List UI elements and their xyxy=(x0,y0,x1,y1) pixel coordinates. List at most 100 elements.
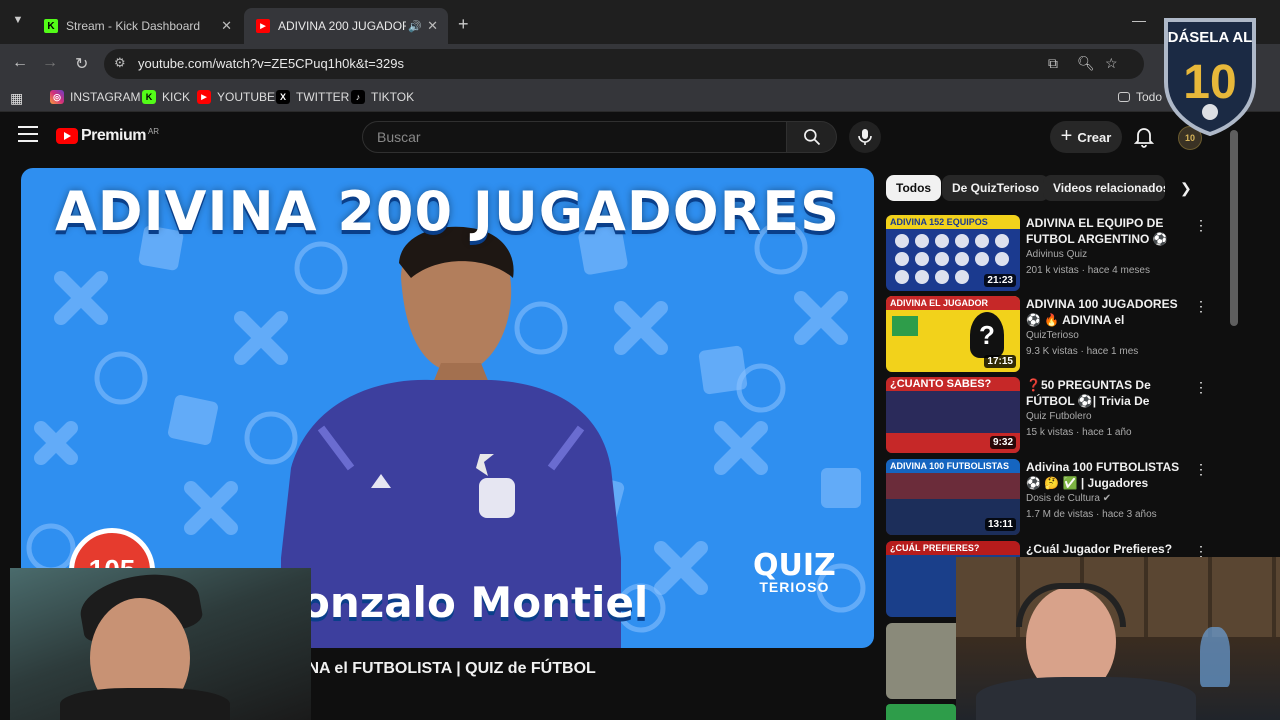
bookmark-label: TIKTOK xyxy=(371,90,415,104)
recommendation-thumbnail[interactable]: ADIVINA 152 EQUIPOS 21:23 xyxy=(886,215,1020,291)
site-settings-icon[interactable]: ⚙ xyxy=(114,55,126,71)
recommendation-item[interactable]: ¿CUANTO SABES? 9:32 ❓50 PREGUNTAS De FÚT… xyxy=(886,377,1216,453)
back-arrow-icon[interactable]: ← xyxy=(12,54,28,72)
omnibox[interactable]: ⚙ youtube.com/watch?v=ZE5CPuq1h0k&t=329s… xyxy=(104,49,1144,79)
chip-de-quizterioso[interactable]: De QuizTerioso xyxy=(942,175,1050,201)
video-meta: 9.3 K vistas · hace 1 mes xyxy=(1026,346,1139,357)
channel-name[interactable]: QuizTerioso xyxy=(1026,330,1079,341)
recommendation-title[interactable]: Adivina 100 FUTBOLISTAS ⚽ 🤔 ✅ | Jugadore… xyxy=(1026,459,1188,491)
streamer-shirt xyxy=(976,677,1196,720)
recommendation-thumbnail[interactable]: ADIVINA EL JUGADOR ? 17:15 xyxy=(886,296,1020,372)
bookmark-kick[interactable]: K KICK xyxy=(142,90,190,104)
tiktok-icon: ♪ xyxy=(351,90,365,104)
tab-kick-dashboard[interactable]: K Stream - Kick Dashboard ✕ xyxy=(32,8,242,44)
speaker-icon[interactable]: 🔊 xyxy=(408,20,422,33)
search-button[interactable] xyxy=(787,121,837,153)
more-options-icon[interactable]: ⋮ xyxy=(1194,217,1208,234)
thumbnail-text: ADIVINA 100 FUTBOLISTAS xyxy=(886,459,1020,473)
brazil-flag xyxy=(892,316,918,336)
search-input[interactable] xyxy=(363,122,786,152)
thumbnail-text: ADIVINA 152 EQUIPOS xyxy=(886,215,1020,229)
video-meta: 15 k vistas · hace 1 año xyxy=(1026,427,1132,438)
recommendation-item[interactable]: ADIVINA 100 FUTBOLISTAS 13:11 Adivina 10… xyxy=(886,459,1216,535)
folder-icon xyxy=(1118,92,1130,102)
close-tab-icon[interactable]: ✕ xyxy=(221,18,232,34)
logo-text: Premium xyxy=(81,127,146,144)
voice-search-button[interactable] xyxy=(849,121,881,153)
zoom-icon[interactable]: 🔍︎ xyxy=(1077,55,1095,72)
youtube-premium-logo[interactable]: Premium AR xyxy=(56,127,159,145)
bookmark-instagram[interactable]: ◎ INSTAGRAM xyxy=(50,90,140,104)
recommendation-title[interactable]: ADIVINA 100 JUGADORES ⚽ 🔥 ADIVINA el FUT… xyxy=(1026,296,1188,328)
notifications-button[interactable] xyxy=(1133,126,1155,153)
recommendation-item[interactable]: ADIVINA EL JUGADOR ? 17:15 ADIVINA 100 J… xyxy=(886,296,1216,372)
video-meta: 1.7 M de vistas · hace 3 años xyxy=(1026,509,1157,520)
quiz-logo-bottom: TERIOSO xyxy=(759,579,830,595)
reload-icon[interactable]: ↻ xyxy=(75,54,88,74)
recommendation-title[interactable]: ADIVINA EL EQUIPO DE FUTBOL ARGENTINO ⚽ … xyxy=(1026,215,1188,247)
instagram-icon: ◎ xyxy=(50,90,64,104)
bookmark-star-icon[interactable]: ☆ xyxy=(1105,55,1118,72)
more-options-icon[interactable]: ⋮ xyxy=(1194,379,1208,396)
thumbnail-text: ¿CUANTO SABES? xyxy=(886,377,1020,391)
bookmarks-folder[interactable]: Todo xyxy=(1118,90,1162,104)
quizterioso-logo: QUIZ TERIOSO xyxy=(753,548,836,595)
webcam-overlay-right xyxy=(956,557,1280,720)
browser-tab-strip: ▼ K Stream - Kick Dashboard ✕ ▶ ADIVINA … xyxy=(0,0,1280,44)
dasela-al-10-badge: DÁSELA AL 10 xyxy=(1164,18,1256,136)
bookmark-label: INSTAGRAM xyxy=(70,90,141,104)
duration-badge: 21:23 xyxy=(984,274,1016,287)
figurine xyxy=(1200,627,1230,687)
chip-todos[interactable]: Todos xyxy=(886,175,942,201)
bookmark-label: TWITTER xyxy=(296,90,350,104)
more-options-icon[interactable]: ⋮ xyxy=(1194,461,1208,478)
url-text[interactable]: youtube.com/watch?v=ZE5CPuq1h0k&t=329s xyxy=(138,56,404,71)
tab-search-chevron-icon[interactable]: ▼ xyxy=(8,14,28,34)
chip-videos-relacionados[interactable]: Videos relacionados xyxy=(1043,175,1165,201)
recommendation-thumbnail[interactable]: ADIVINA 100 FUTBOLISTAS 13:11 xyxy=(886,459,1020,535)
verified-check-icon: ✔ xyxy=(1102,493,1112,504)
address-toolbar: ← → ↻ ⚙ youtube.com/watch?v=ZE5CPuq1h0k&… xyxy=(0,44,1280,84)
microphone-icon xyxy=(858,129,872,145)
thumbnail-title: ADIVINA 200 JUGADORES xyxy=(54,180,841,243)
more-options-icon[interactable]: ⋮ xyxy=(1194,298,1208,315)
create-button[interactable]: + Crear xyxy=(1050,121,1122,153)
kick-icon: K xyxy=(44,19,58,33)
bookmark-label: YOUTUBE xyxy=(217,90,276,104)
video-meta: 201 k vistas · hace 4 meses xyxy=(1026,265,1150,276)
recommendation-item[interactable]: ADIVINA 152 EQUIPOS 21:23 ADIVINA EL EQU… xyxy=(886,215,1216,291)
bookmark-label: KICK xyxy=(162,90,191,104)
youtube-play-icon xyxy=(56,128,78,144)
bookmark-twitter[interactable]: X TWITTER xyxy=(276,90,349,104)
install-app-icon[interactable]: ⧉ xyxy=(1048,55,1058,72)
channel-name[interactable]: Quiz Futbolero xyxy=(1026,411,1092,422)
channel-name[interactable]: Adivinus Quiz xyxy=(1026,249,1087,260)
mystery-player-silhouette: ? xyxy=(970,312,1004,358)
webcam-overlay-left xyxy=(10,568,311,720)
youtube-icon: ▶ xyxy=(256,19,270,33)
duration-badge: 13:11 xyxy=(984,518,1016,531)
streamer-shirt xyxy=(60,688,230,720)
scrollbar-thumb[interactable] xyxy=(1230,130,1238,326)
minimize-icon[interactable]: — xyxy=(1132,12,1146,28)
new-tab-button[interactable]: + xyxy=(458,14,469,35)
thumbnail-text: ADIVINA EL JUGADOR xyxy=(886,296,1020,310)
forward-arrow-icon[interactable]: → xyxy=(42,54,58,72)
apps-grid-icon[interactable]: ▦ xyxy=(10,90,23,107)
bookmark-youtube[interactable]: ▶ YOUTUBE xyxy=(197,90,275,104)
duration-badge: 9:32 xyxy=(989,436,1016,449)
bookmark-tiktok[interactable]: ♪ TIKTOK xyxy=(351,90,414,104)
channel-name[interactable]: Dosis de Cultura ✔ xyxy=(1026,493,1111,504)
kick-icon: K xyxy=(142,90,156,104)
duration-badge: 17:15 xyxy=(984,355,1016,368)
recommendation-title[interactable]: ❓50 PREGUNTAS De FÚTBOL ⚽| Trivia De Fút… xyxy=(1026,377,1188,409)
chevron-right-icon[interactable]: ❯ xyxy=(1180,180,1192,197)
tab-title: ADIVINA 200 JUGADORES xyxy=(278,19,406,33)
recommendation-thumbnail[interactable] xyxy=(886,704,956,720)
quiz-logo-top: QUIZ xyxy=(753,548,836,583)
recommendation-thumbnail[interactable]: ¿CUANTO SABES? 9:32 xyxy=(886,377,1020,453)
search-box[interactable] xyxy=(362,121,787,153)
close-tab-icon[interactable]: ✕ xyxy=(427,18,438,34)
menu-icon[interactable] xyxy=(18,126,38,147)
tab-youtube-video[interactable]: ▶ ADIVINA 200 JUGADORES 🔊 ✕ xyxy=(244,8,448,44)
